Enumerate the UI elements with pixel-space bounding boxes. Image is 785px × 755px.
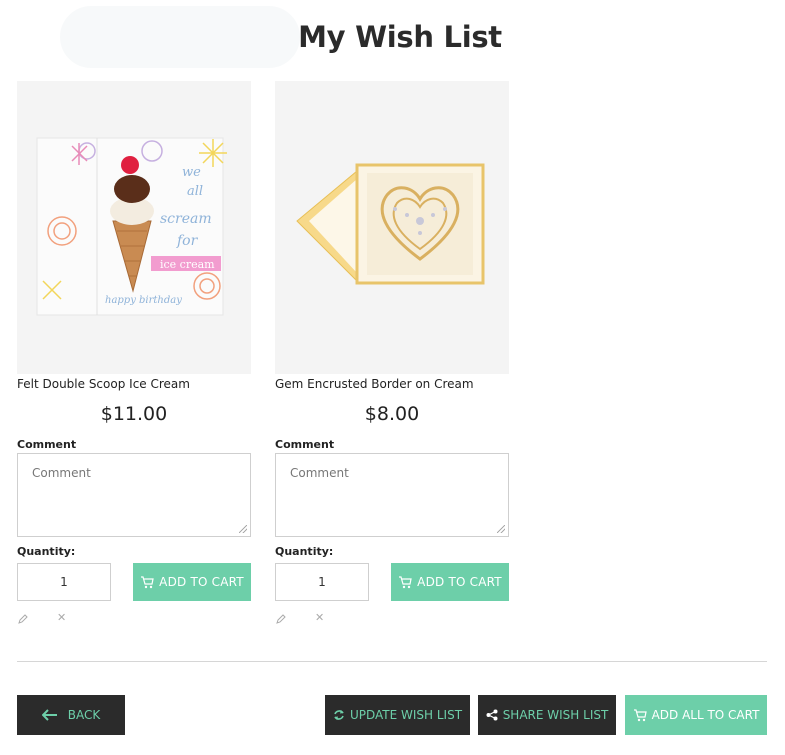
remove-icon[interactable]: ✕: [57, 612, 67, 623]
wishlist-item: we all scream for ice cream happy birthd…: [17, 81, 251, 627]
share-icon: [486, 709, 498, 721]
add-to-cart-button[interactable]: ADD TO CART: [133, 563, 251, 601]
quantity-input[interactable]: 1: [275, 563, 369, 601]
add-to-cart-button[interactable]: ADD TO CART: [391, 563, 509, 601]
gem-card-illustration: [296, 163, 485, 285]
comment-placeholder: Comment: [32, 466, 91, 480]
share-wishlist-button[interactable]: SHARE WISH LIST: [478, 695, 616, 735]
update-label: UPDATE WISH LIST: [349, 708, 463, 722]
comment-label: Comment: [275, 438, 335, 451]
add-all-label: ADD ALL TO CART: [651, 708, 760, 722]
card-text-ice-cream: ice cream: [160, 258, 215, 271]
product-name[interactable]: Felt Double Scoop Ice Cream: [17, 376, 251, 396]
add-to-cart-label: ADD TO CART: [417, 575, 502, 589]
product-image[interactable]: [275, 81, 509, 374]
product-price: $8.00: [364, 403, 420, 425]
quantity-input[interactable]: 1: [17, 563, 111, 601]
product-image[interactable]: we all scream for ice cream happy birthd…: [17, 81, 251, 374]
edit-icon[interactable]: [275, 613, 287, 625]
share-label: SHARE WISH LIST: [502, 708, 609, 722]
product-price: $11.00: [100, 403, 168, 425]
ice-cream-card-illustration: we all scream for ice cream happy birthd…: [36, 137, 227, 316]
divider: [17, 661, 767, 662]
quantity-label: Quantity:: [17, 545, 76, 558]
add-all-to-cart-button[interactable]: ADD ALL TO CART: [625, 695, 767, 735]
resize-grip-icon[interactable]: [497, 525, 505, 533]
back-button[interactable]: BACK: [17, 695, 125, 735]
remove-icon[interactable]: ✕: [315, 612, 325, 623]
back-label: BACK: [67, 708, 101, 722]
cart-icon: [633, 708, 647, 721]
cart-icon: [141, 575, 154, 588]
product-name[interactable]: Gem Encrusted Border on Cream: [275, 376, 509, 396]
back-arrow-icon: [41, 709, 57, 721]
quantity-label: Quantity:: [275, 545, 334, 558]
edit-icon[interactable]: [17, 613, 29, 625]
refresh-icon: [334, 710, 344, 720]
page-title: My Wish List: [298, 20, 502, 54]
resize-grip-icon[interactable]: [239, 525, 247, 533]
add-to-cart-label: ADD TO CART: [159, 575, 244, 589]
comment-textarea[interactable]: Comment: [275, 453, 509, 537]
card-text-we: we: [182, 165, 201, 180]
wishlist-item: Gem Encrusted Border on Cream $8.00 Comm…: [275, 81, 509, 627]
cart-icon: [399, 575, 412, 588]
card-text-scream: scream: [160, 211, 212, 227]
card-text-all: all: [187, 184, 203, 199]
comment-label: Comment: [17, 438, 77, 451]
comment-placeholder: Comment: [290, 466, 349, 480]
update-wishlist-button[interactable]: UPDATE WISH LIST: [325, 695, 470, 735]
card-text-happy-birthday: happy birthday: [105, 295, 182, 306]
comment-textarea[interactable]: Comment: [17, 453, 251, 537]
card-text-for: for: [176, 233, 199, 249]
